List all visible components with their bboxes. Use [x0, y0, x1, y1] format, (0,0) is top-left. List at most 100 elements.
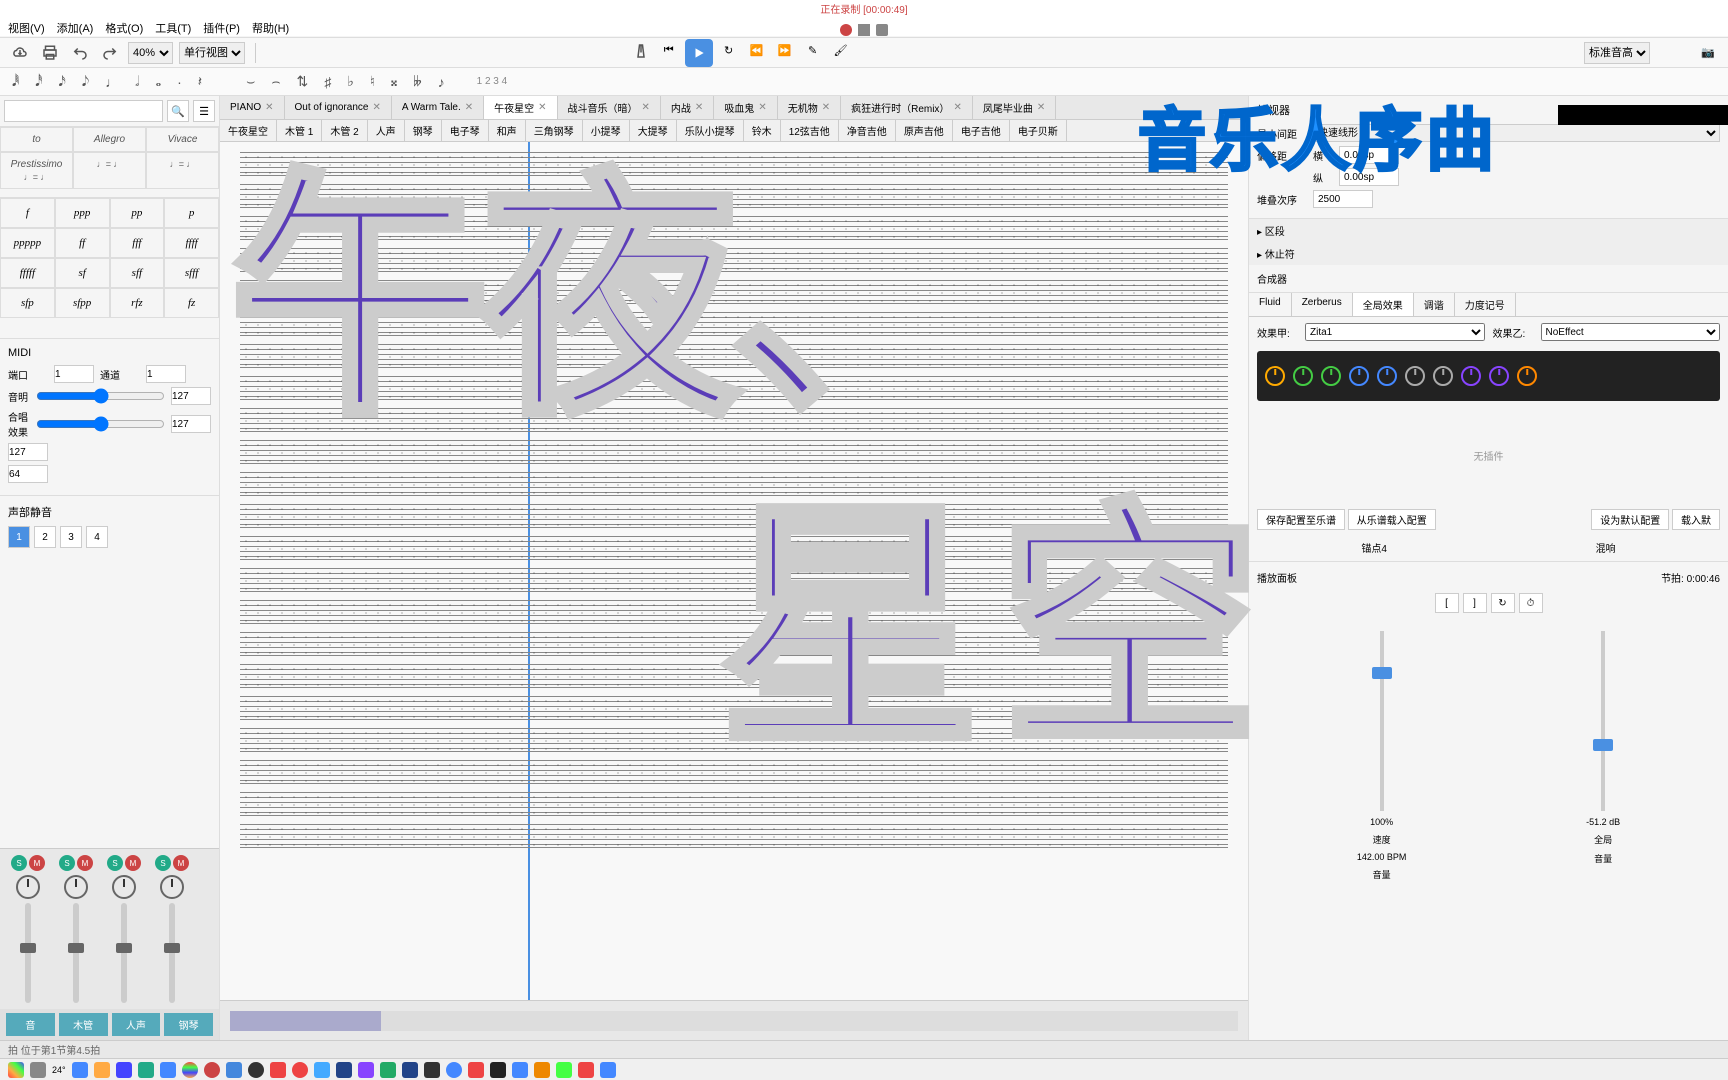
- stop-icon[interactable]: [858, 24, 870, 36]
- tab-civil[interactable]: 内战✕: [661, 96, 714, 119]
- record-icon[interactable]: [840, 24, 852, 36]
- stack-input[interactable]: [1313, 190, 1373, 208]
- pan-knob[interactable]: [112, 875, 136, 899]
- inst-tab[interactable]: 铃木: [744, 120, 781, 141]
- dyn-item[interactable]: f: [0, 198, 55, 228]
- menu-icon[interactable]: ☰: [193, 100, 215, 122]
- close-icon[interactable]: ✕: [265, 102, 273, 113]
- volume-fader[interactable]: [121, 903, 127, 1003]
- menu-plugins[interactable]: 插件(P): [203, 20, 240, 36]
- taskbar-icon[interactable]: [512, 1062, 528, 1078]
- taskbar-icon[interactable]: [424, 1062, 440, 1078]
- double-flat-icon[interactable]: 𝄫: [409, 73, 425, 90]
- tab-warm-tale[interactable]: A Warm Tale.✕: [392, 96, 484, 119]
- close-icon[interactable]: ✕: [695, 102, 703, 113]
- taskbar-icon[interactable]: [578, 1062, 594, 1078]
- tab-vampire[interactable]: 吸血鬼✕: [714, 96, 777, 119]
- flip-icon[interactable]: ⇅: [293, 73, 313, 90]
- mute-button[interactable]: M: [173, 855, 189, 871]
- timeline-track[interactable]: [230, 1011, 1238, 1031]
- taskbar-icon[interactable]: [116, 1062, 132, 1078]
- taskbar-icon[interactable]: [490, 1062, 506, 1078]
- dyn-item[interactable]: sff: [110, 258, 165, 288]
- view-mode-select[interactable]: 单行视图: [179, 42, 245, 64]
- zoom-select[interactable]: 40%: [128, 42, 173, 64]
- fx-knob-output[interactable]: [1517, 366, 1537, 386]
- skip-start-icon[interactable]: ⏪: [745, 39, 769, 63]
- note-8th[interactable]: 𝅘𝅥𝅮: [78, 73, 93, 90]
- solo-button[interactable]: S: [59, 855, 75, 871]
- tab-wuye[interactable]: 午夜星空✕: [484, 96, 557, 119]
- taskbar-icon[interactable]: [226, 1062, 242, 1078]
- note-16th[interactable]: 𝅘𝅥𝅯: [55, 73, 70, 90]
- track-label[interactable]: 音: [6, 1013, 55, 1036]
- double-sharp-icon[interactable]: 𝄪: [387, 73, 401, 90]
- volume-slider[interactable]: [36, 388, 165, 404]
- track-label[interactable]: 人声: [112, 1013, 161, 1036]
- dyn-item[interactable]: fffff: [0, 258, 55, 288]
- mute-button[interactable]: M: [29, 855, 45, 871]
- inst-tab[interactable]: 和声: [489, 120, 526, 141]
- inst-tab[interactable]: 乐队小提琴: [677, 120, 744, 141]
- pan-knob[interactable]: [16, 875, 40, 899]
- rewind-icon[interactable]: ⏮: [657, 39, 681, 63]
- note-64th[interactable]: 𝅘𝅥𝅱: [8, 73, 23, 90]
- fx-b-select[interactable]: NoEffect: [1541, 323, 1721, 341]
- fx-a-select[interactable]: Zita1: [1305, 323, 1485, 341]
- grace-icon[interactable]: ♪: [434, 74, 449, 90]
- volume-fader[interactable]: [73, 903, 79, 1003]
- solo-button[interactable]: S: [11, 855, 27, 871]
- dyn-item[interactable]: rfz: [110, 288, 165, 318]
- cloud-upload-icon[interactable]: [8, 41, 32, 65]
- taskbar-icon[interactable]: [600, 1062, 616, 1078]
- dyn-item[interactable]: ffff: [164, 228, 219, 258]
- loop-end-button[interactable]: ]: [1463, 593, 1487, 613]
- inst-tab[interactable]: 电子琴: [442, 120, 489, 141]
- dyn-item[interactable]: pp: [110, 198, 165, 228]
- rest-icon[interactable]: 𝄽: [194, 73, 206, 90]
- inst-tab[interactable]: 12弦吉他: [781, 120, 839, 141]
- solo-button[interactable]: S: [155, 855, 171, 871]
- inst-tab[interactable]: 电子贝斯: [1010, 120, 1067, 141]
- note-dot[interactable]: ·: [173, 74, 186, 90]
- volume-value[interactable]: [171, 387, 211, 405]
- section-header[interactable]: ▸ 休止符: [1249, 242, 1728, 265]
- print-icon[interactable]: [38, 41, 62, 65]
- taskbar-icon[interactable]: [380, 1062, 396, 1078]
- fx-tab-dynamics[interactable]: 力度记号: [1455, 293, 1516, 316]
- search-icon[interactable]: 🔍: [167, 100, 189, 122]
- inst-tab[interactable]: 原声吉他: [896, 120, 953, 141]
- fx-knob-rt60[interactable]: [1377, 366, 1397, 386]
- close-icon[interactable]: ✕: [465, 102, 473, 113]
- voice-4[interactable]: 4: [86, 526, 108, 548]
- taskbar-icon[interactable]: [336, 1062, 352, 1078]
- fx-knob-hf[interactable]: [1433, 366, 1453, 386]
- tempo-item[interactable]: Allegro: [73, 127, 146, 152]
- fx-knob-low[interactable]: [1349, 366, 1369, 386]
- taskbar-icon[interactable]: [30, 1062, 46, 1078]
- taskbar-icon[interactable]: [248, 1062, 264, 1078]
- menu-format[interactable]: 格式(O): [105, 20, 143, 36]
- close-icon[interactable]: ✕: [642, 102, 650, 113]
- redo-icon[interactable]: [98, 41, 122, 65]
- close-icon[interactable]: ✕: [538, 102, 546, 113]
- flat-icon[interactable]: ♭: [343, 73, 358, 90]
- volume-fader[interactable]: [1601, 631, 1605, 811]
- play-button[interactable]: [685, 39, 713, 67]
- note-whole[interactable]: 𝅝: [152, 73, 166, 90]
- note-half[interactable]: 𝅗𝅥: [131, 73, 143, 90]
- midi-val1[interactable]: [8, 443, 48, 461]
- dyn-item[interactable]: ff: [55, 228, 110, 258]
- volume-fader[interactable]: [25, 903, 31, 1003]
- dyn-item[interactable]: sfp: [0, 288, 55, 318]
- load-default-button[interactable]: 载入默: [1672, 509, 1720, 530]
- close-icon[interactable]: ✕: [822, 102, 830, 113]
- inst-tab[interactable]: 净音吉他: [839, 120, 896, 141]
- inst-tab[interactable]: 午夜星空: [220, 120, 277, 141]
- dyn-item[interactable]: sf: [55, 258, 110, 288]
- tab-inorganic[interactable]: 无机物✕: [778, 96, 841, 119]
- volume-fader[interactable]: [169, 903, 175, 1003]
- fx-knob-eq1[interactable]: [1461, 366, 1481, 386]
- skip-end-icon[interactable]: ⏩: [773, 39, 797, 63]
- taskbar-icon[interactable]: [8, 1062, 24, 1078]
